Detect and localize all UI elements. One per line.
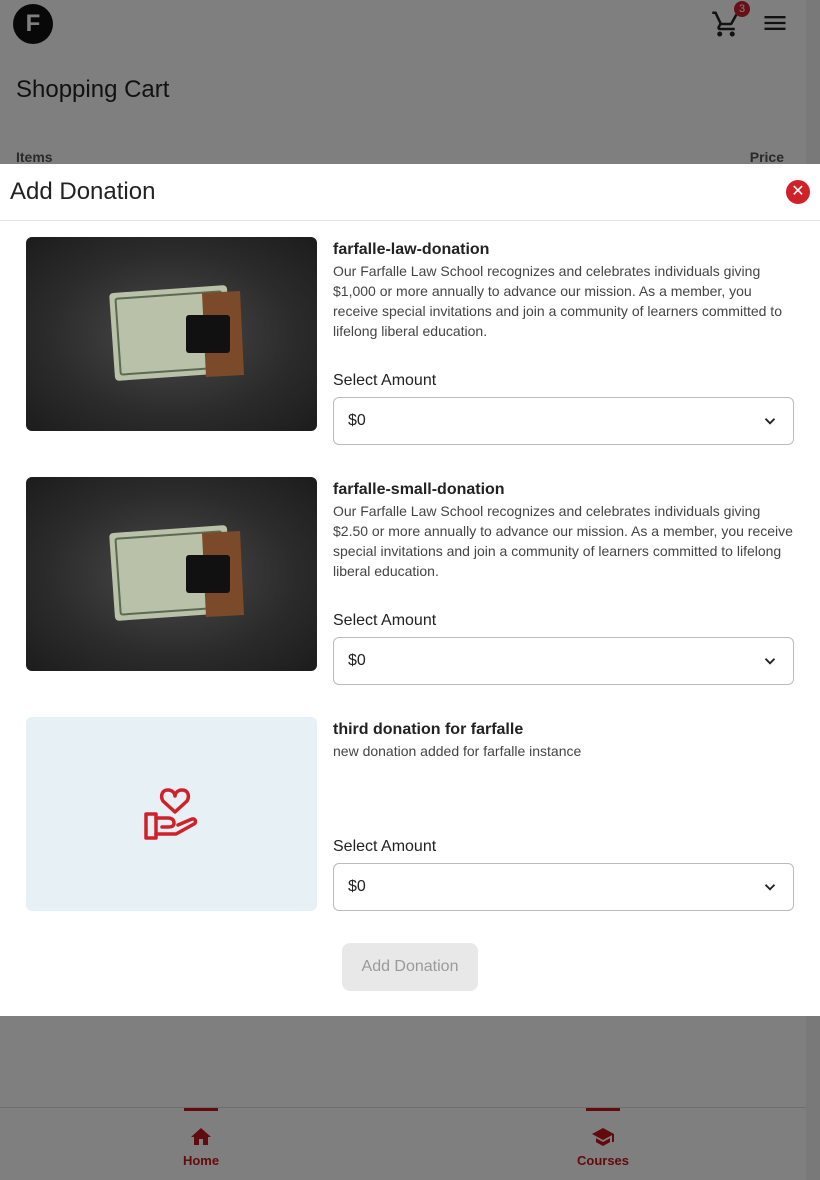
money-clip-illustration (109, 525, 244, 621)
modal-title: Add Donation (10, 178, 156, 205)
donation-description: Our Farfalle Law School recognizes and c… (333, 503, 793, 579)
amount-select[interactable]: $0 (333, 637, 794, 685)
money-clip-photo (26, 237, 317, 431)
donation-name: third donation for farfalle (333, 721, 524, 738)
selected-amount: $0 (348, 878, 366, 895)
heart-hand-icon (143, 788, 197, 840)
add-donation-modal: Add Donation ✕ farfalle-law-donation Our… (0, 164, 820, 1016)
chevron-down-icon (764, 418, 776, 425)
donation-name: farfalle-law-donation (333, 241, 490, 258)
selected-amount: $0 (348, 412, 366, 429)
donation-description: new donation added for farfalle instance (333, 743, 582, 759)
donation-details: farfalle-small-donation Our Farfalle Law… (333, 477, 794, 581)
select-amount-label: Select Amount (333, 612, 437, 629)
donation-details: farfalle-law-donation Our Farfalle Law S… (333, 237, 794, 341)
select-amount-label: Select Amount (333, 372, 437, 389)
close-button[interactable]: ✕ (786, 180, 810, 204)
donation-item: farfalle-small-donation Our Farfalle Law… (26, 477, 794, 685)
add-donation-button[interactable]: Add Donation (342, 943, 478, 991)
selected-amount: $0 (348, 652, 366, 669)
donation-item: farfalle-law-donation Our Farfalle Law S… (26, 237, 794, 445)
donation-item: third donation for farfalle new donation… (26, 717, 794, 925)
donation-image-placeholder (26, 717, 317, 911)
donation-details: third donation for farfalle new donation… (333, 717, 794, 761)
chevron-down-icon (764, 658, 776, 665)
close-icon: ✕ (791, 183, 805, 200)
donation-name: farfalle-small-donation (333, 481, 505, 498)
money-clip-illustration (109, 285, 244, 381)
modal-header: Add Donation ✕ (0, 164, 820, 221)
amount-select[interactable]: $0 (333, 397, 794, 445)
amount-select[interactable]: $0 (333, 863, 794, 911)
select-amount-label: Select Amount (333, 838, 437, 855)
money-clip-photo (26, 477, 317, 671)
donation-description: Our Farfalle Law School recognizes and c… (333, 263, 782, 339)
chevron-down-icon (764, 884, 776, 891)
